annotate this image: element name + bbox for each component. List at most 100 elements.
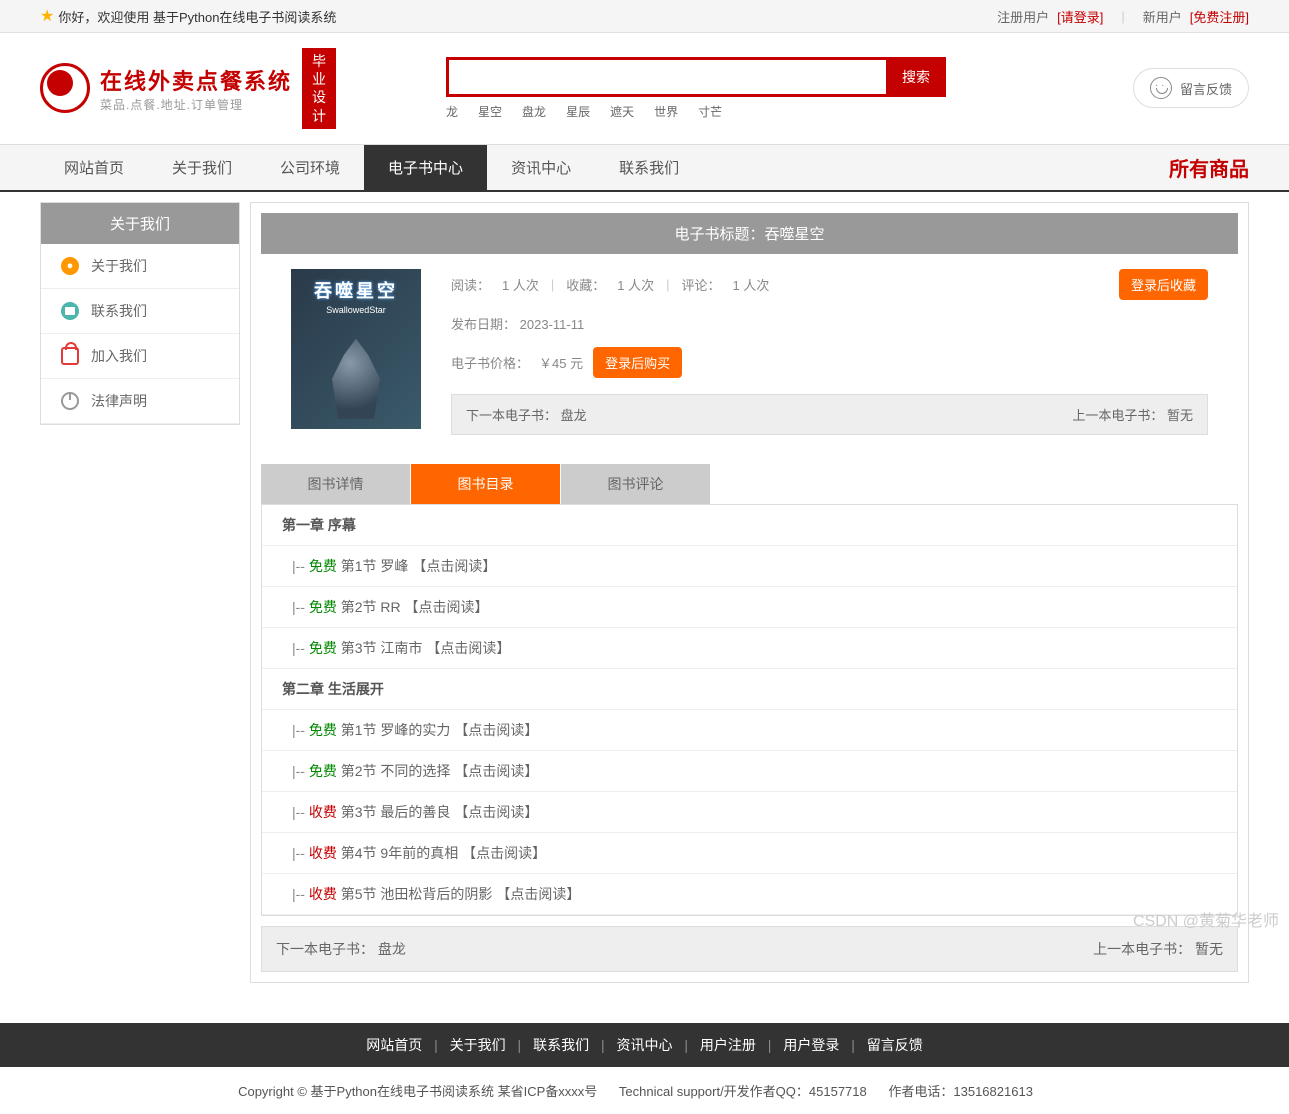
footer-link[interactable]: 用户注册: [700, 1037, 756, 1053]
nav-item[interactable]: 网站首页: [40, 145, 148, 190]
logo[interactable]: 在线外卖点餐系统 菜品.点餐.地址.订单管理 毕业 设计: [40, 48, 336, 129]
feedback-button[interactable]: 留言反馈: [1133, 68, 1249, 108]
sidebar-item-label: 联系我们: [91, 301, 147, 321]
footer-sep: |: [597, 1037, 608, 1053]
search-button[interactable]: 搜索: [886, 57, 946, 97]
logo-icon: [40, 63, 90, 113]
section-text: 第2节 RR 【点击阅读】: [341, 599, 489, 615]
tab[interactable]: 图书目录: [411, 464, 561, 504]
hot-word[interactable]: 龙: [446, 105, 458, 119]
section-row[interactable]: |-- 收费 第3节 最后的善良 【点击阅读】: [262, 792, 1237, 833]
hot-word[interactable]: 星辰: [566, 105, 590, 119]
footer-sep: |: [430, 1037, 441, 1053]
buy-button[interactable]: 登录后购买: [593, 347, 682, 378]
logo-text: 在线外卖点餐系统 菜品.点餐.地址.订单管理: [100, 64, 292, 113]
pub-value: 2023-11-11: [520, 317, 585, 332]
new-user-label: 新用户: [1143, 7, 1182, 26]
greeting-text: 你好，欢迎使用 基于Python在线电子书阅读系统: [58, 7, 336, 26]
footer-link[interactable]: 资讯中心: [617, 1037, 673, 1053]
sidebar-item[interactable]: 加入我们: [41, 334, 239, 379]
dash-icon: |--: [292, 640, 309, 656]
tab[interactable]: 图书评论: [561, 464, 711, 504]
section-text: 第3节 最后的善良 【点击阅读】: [341, 804, 539, 820]
feedback-label: 留言反馈: [1180, 79, 1232, 98]
footer-sep: |: [764, 1037, 775, 1053]
nav-item[interactable]: 联系我们: [595, 145, 703, 190]
cover-title-cn: 吞噬星空: [314, 277, 398, 303]
free-tag: 免费: [309, 640, 341, 656]
sidebar-item-label: 法律声明: [91, 391, 147, 411]
badge-line-2: 设计: [308, 88, 330, 124]
footer-link[interactable]: 留言反馈: [867, 1037, 923, 1053]
next-book-bottom[interactable]: 下一本电子书： 盘龙: [276, 939, 406, 959]
stat-sep: |: [551, 277, 554, 292]
prev-label-bottom: 上一本电子书：: [1093, 941, 1191, 957]
register-link[interactable]: [免费注册]: [1190, 7, 1249, 26]
sidebar-item-label: 加入我们: [91, 346, 147, 366]
cover-title-en: SwallowedStar: [326, 305, 386, 315]
section-row[interactable]: |-- 免费 第2节 不同的选择 【点击阅读】: [262, 751, 1237, 792]
section-row[interactable]: |-- 收费 第5节 池田松背后的阴影 【点击阅读】: [262, 874, 1237, 915]
next-label: 下一本电子书：: [466, 408, 557, 423]
sidebar-icon: [61, 347, 79, 365]
sidebar-item[interactable]: ●关于我们: [41, 244, 239, 289]
nav-item[interactable]: 公司环境: [256, 145, 364, 190]
nav-item[interactable]: 电子书中心: [364, 145, 487, 190]
prev-value: 暂无: [1167, 408, 1193, 423]
tech-support: Technical support/开发作者QQ：45157718: [619, 1084, 867, 1099]
free-tag: 免费: [309, 558, 341, 574]
stats-row: 阅读： 1 人次 | 收藏： 1 人次 | 评论： 1 人次 登录后收藏: [451, 269, 1208, 300]
next-book[interactable]: 下一本电子书： 盘龙: [466, 405, 587, 424]
hot-word[interactable]: 世界: [654, 105, 678, 119]
login-link[interactable]: [请登录]: [1057, 7, 1103, 26]
nav-item[interactable]: 资讯中心: [487, 145, 595, 190]
footer-link[interactable]: 用户登录: [783, 1037, 839, 1053]
book-header: 吞噬星空 SwallowedStar 阅读： 1 人次 | 收藏： 1 人次 |…: [261, 254, 1238, 450]
prev-book[interactable]: 上一本电子书： 暂无: [1072, 405, 1193, 424]
hot-word[interactable]: 星空: [478, 105, 502, 119]
section-row[interactable]: |-- 免费 第1节 罗峰的实力 【点击阅读】: [262, 710, 1237, 751]
hot-word[interactable]: 遮天: [610, 105, 634, 119]
hot-word[interactable]: 寸芒: [698, 105, 722, 119]
footer-link[interactable]: 联系我们: [533, 1037, 589, 1053]
top-bar: ★ 你好，欢迎使用 基于Python在线电子书阅读系统 注册用户 [请登录] |…: [0, 0, 1289, 33]
section-row[interactable]: |-- 免费 第3节 江南市 【点击阅读】: [262, 628, 1237, 669]
footer-sep: |: [847, 1037, 858, 1053]
hot-word[interactable]: 盘龙: [522, 105, 546, 119]
content-area: 电子书标题：吞噬星空 吞噬星空 SwallowedStar 阅读： 1 人次 |…: [250, 202, 1249, 983]
next-label-bottom: 下一本电子书：: [276, 941, 374, 957]
sidebar-item[interactable]: 法律声明: [41, 379, 239, 424]
tabs: 图书详情图书目录图书评论: [261, 464, 1238, 505]
footer-link[interactable]: 关于我们: [450, 1037, 506, 1053]
footer-link[interactable]: 网站首页: [366, 1037, 422, 1053]
section-row[interactable]: |-- 免费 第2节 RR 【点击阅读】: [262, 587, 1237, 628]
face-icon: [1150, 77, 1172, 99]
all-products-link[interactable]: 所有商品: [1169, 145, 1249, 190]
section-row[interactable]: |-- 收费 第4节 9年前的真相 【点击阅读】: [262, 833, 1237, 874]
next-value: 盘龙: [561, 408, 587, 423]
tab[interactable]: 图书详情: [261, 464, 411, 504]
free-tag: 免费: [309, 599, 341, 615]
topbar-right: 注册用户 [请登录] | 新用户 [免费注册]: [997, 7, 1249, 26]
collect-button[interactable]: 登录后收藏: [1119, 269, 1208, 300]
free-tag: 免费: [309, 763, 341, 779]
book-info: 阅读： 1 人次 | 收藏： 1 人次 | 评论： 1 人次 登录后收藏 发布日…: [451, 269, 1208, 435]
dash-icon: |--: [292, 599, 309, 615]
main-nav: 网站首页关于我们公司环境电子书中心资讯中心联系我们 所有商品: [0, 144, 1289, 192]
dash-icon: |--: [292, 763, 309, 779]
sidebar-item[interactable]: 联系我们: [41, 289, 239, 334]
watermark: CSDN @黄菊华老师: [1133, 907, 1279, 931]
section-text: 第2节 不同的选择 【点击阅读】: [341, 763, 539, 779]
price-row: 电子书价格： ￥45 元 登录后购买: [451, 347, 1208, 378]
dash-icon: |--: [292, 886, 309, 902]
search-input[interactable]: [446, 57, 886, 97]
section-row[interactable]: |-- 免费 第1节 罗峰 【点击阅读】: [262, 546, 1237, 587]
author-phone: 作者电话：13516821613: [888, 1084, 1033, 1099]
logo-badge: 毕业 设计: [302, 48, 336, 129]
section-text: 第3节 江南市 【点击阅读】: [341, 640, 511, 656]
sidebar: 关于我们 ●关于我们联系我们加入我们法律声明: [40, 202, 240, 425]
paid-tag: 收费: [309, 886, 341, 902]
prev-book-bottom[interactable]: 上一本电子书： 暂无: [1093, 939, 1223, 959]
nav-item[interactable]: 关于我们: [148, 145, 256, 190]
dash-icon: |--: [292, 804, 309, 820]
